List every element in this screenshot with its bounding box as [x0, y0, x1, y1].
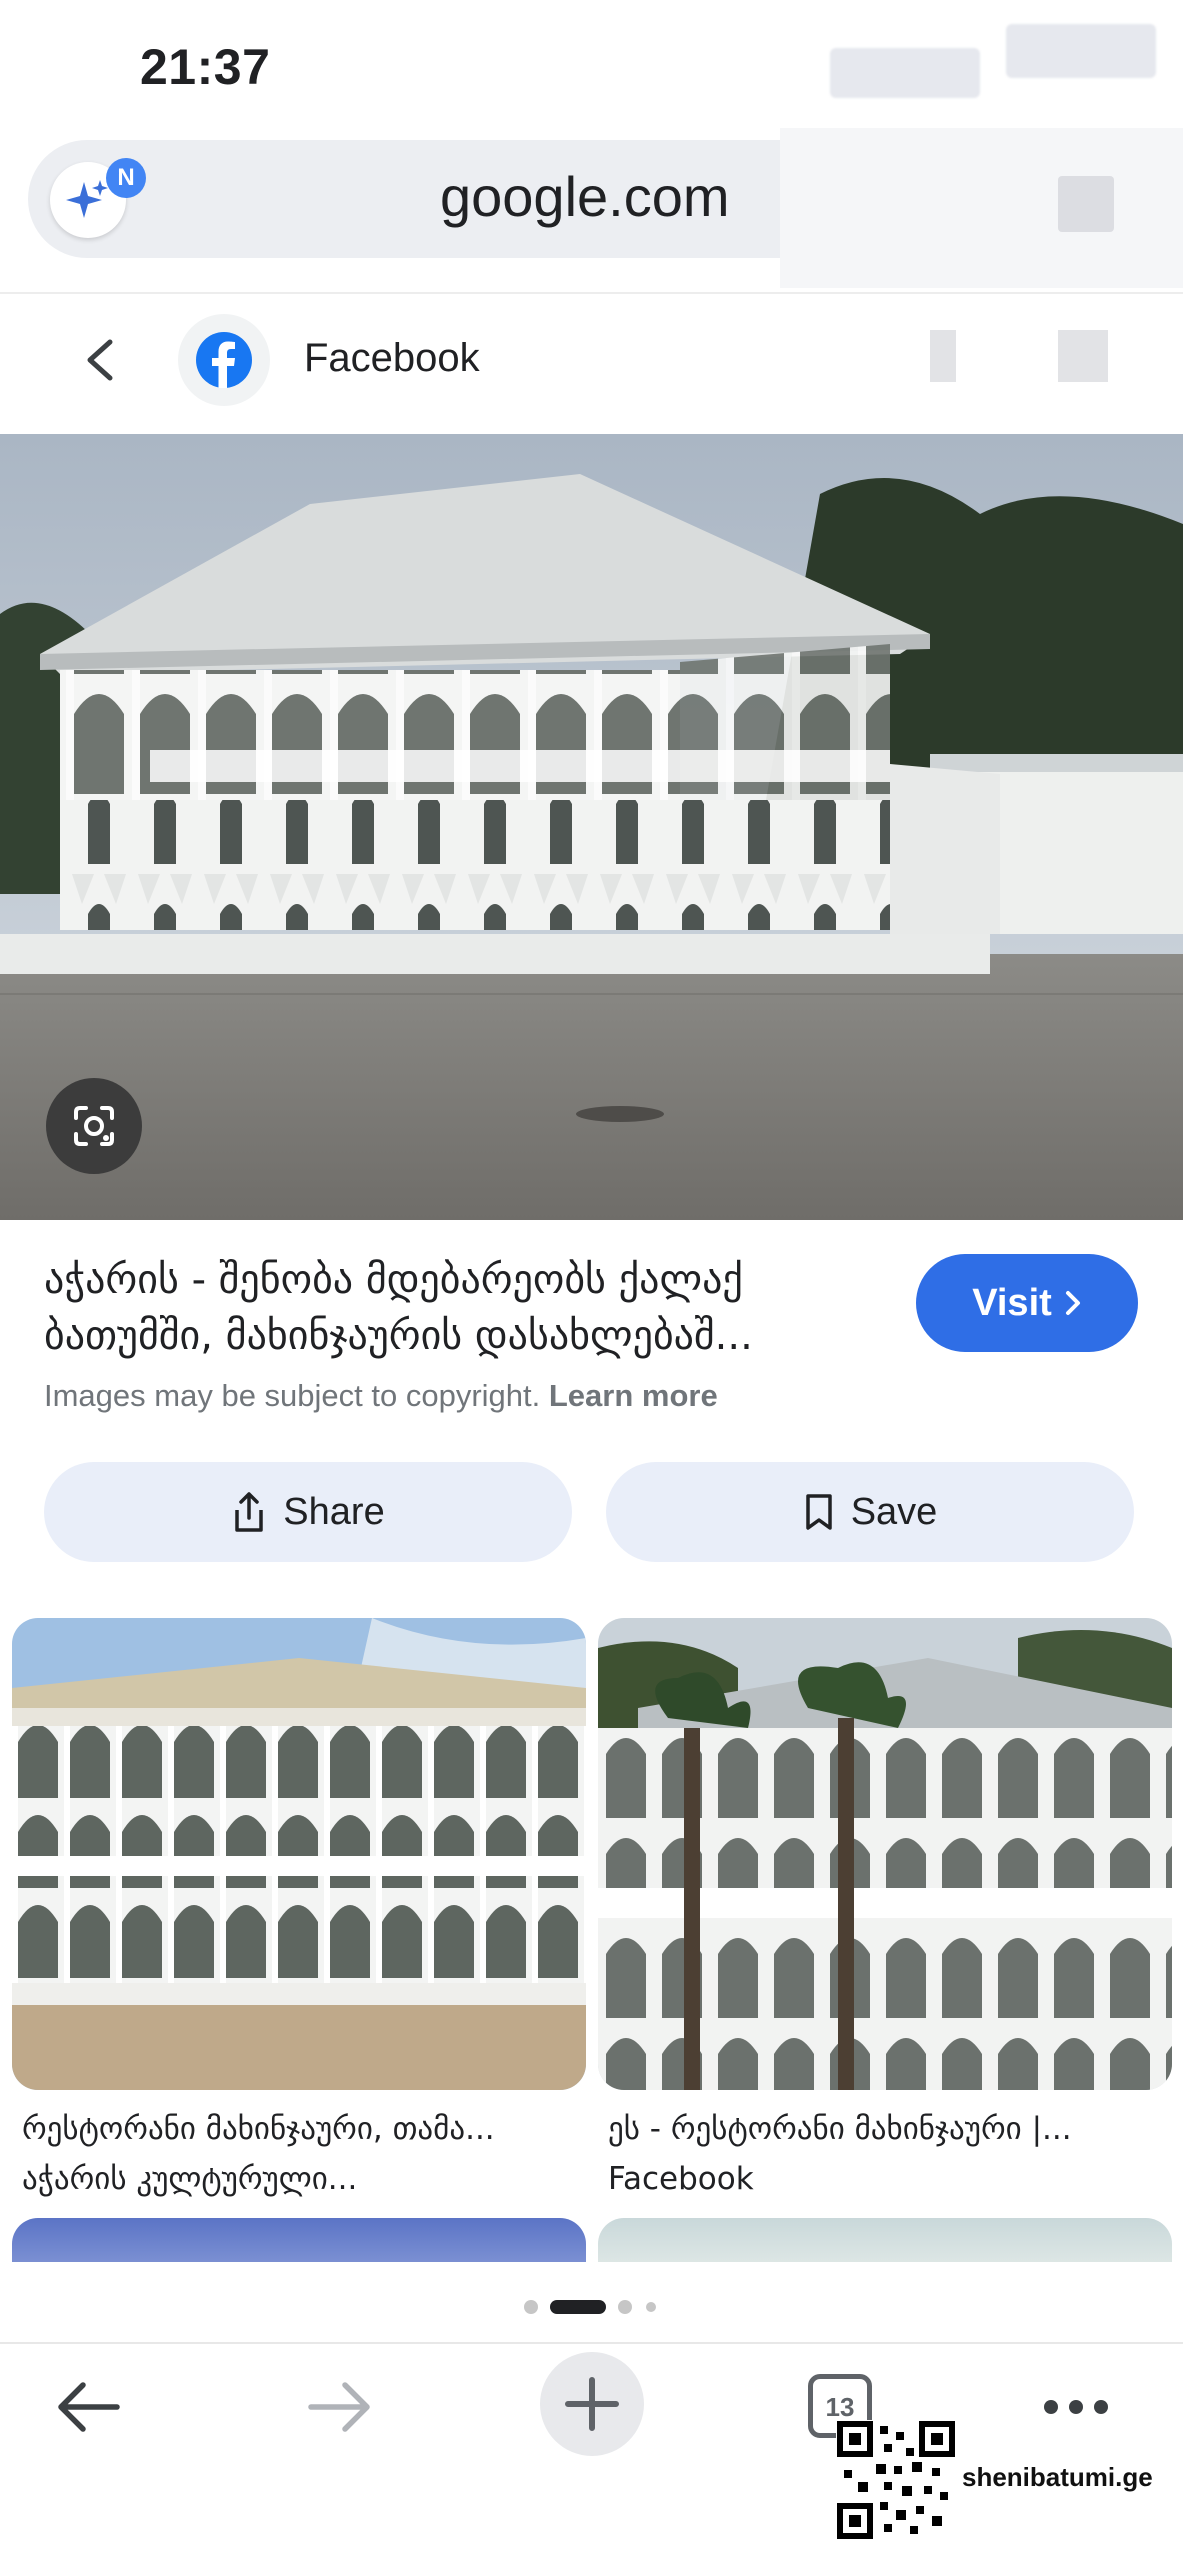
copyright-text: Images may be subject to copyright. [44, 1378, 541, 1413]
facebook-logo-icon [178, 314, 270, 406]
toolbar-divider [0, 2342, 1183, 2344]
forward-button[interactable] [292, 2352, 388, 2462]
page-dot [618, 2300, 632, 2314]
qr-code-icon [836, 2420, 956, 2540]
related-title: ეს - რესტორანი მახინჯაური |... [608, 2111, 1072, 2147]
related-title: რესტორანი მახინჯაური, თამა... [22, 2111, 495, 2147]
visit-button[interactable]: Visit [916, 1254, 1138, 1352]
related-image-2[interactable] [598, 1618, 1172, 2090]
caption-line-1: აჭარის - შენობა მდებარეობს ქალაქ [44, 1257, 743, 1303]
arrow-right-icon [308, 2382, 370, 2432]
save-button[interactable]: Save [606, 1462, 1134, 1562]
copyright-notice: Images may be subject to copyright. Lear… [44, 1378, 718, 1414]
chevron-left-icon[interactable] [82, 338, 118, 382]
result-caption: აჭარის - შენობა მდებარეობს ქალაქ ბათუმში… [44, 1252, 904, 1364]
caption-line-2: ბათუმში, მახინჯაურის დასახლებაშ... [44, 1313, 753, 1359]
main-image[interactable] [0, 434, 1183, 1220]
google-lens-icon [74, 1106, 114, 1146]
share-button[interactable]: Share [44, 1462, 572, 1562]
chevron-right-icon [1065, 1291, 1080, 1315]
watermark-site: shenibatumi.ge [962, 2462, 1153, 2492]
share-label: Share [283, 1490, 385, 1533]
plus-icon [565, 2377, 619, 2431]
header-divider [0, 292, 1183, 294]
page-dot [646, 2302, 656, 2312]
related-text-1[interactable]: რესტორანი მახინჯაური, თამა... აჭარის კულ… [22, 2104, 582, 2204]
lens-search-button[interactable] [46, 1078, 142, 1174]
share-icon [235, 1492, 264, 1532]
reload-icon[interactable] [1058, 176, 1114, 232]
address-bar-actions-blurred [780, 128, 1183, 288]
status-icons-blurred [830, 48, 980, 98]
back-button[interactable] [40, 2352, 136, 2462]
related-source: Facebook [608, 2161, 754, 2197]
related-text-2[interactable]: ეს - რესტორანი მახინჯაური |... Facebook [608, 2104, 1168, 2204]
close-icon[interactable] [1058, 330, 1108, 382]
page-dot-active [550, 2300, 606, 2314]
address-url[interactable]: google.com [440, 164, 730, 229]
status-time: 21:37 [140, 39, 271, 95]
related-source: აჭარის კულტურული... [22, 2161, 358, 2197]
more-menu-button[interactable] [1028, 2352, 1124, 2462]
source-title: Facebook [304, 336, 480, 380]
related-image-3[interactable] [12, 2218, 586, 2268]
more-horizontal-icon [1044, 2400, 1108, 2414]
new-tab-button[interactable] [540, 2352, 644, 2456]
battery-icon [1006, 24, 1156, 78]
header-icon-blurred[interactable] [930, 330, 956, 382]
page-dot [524, 2300, 538, 2314]
learn-more-link[interactable]: Learn more [549, 1378, 718, 1413]
visit-label: Visit [972, 1281, 1052, 1324]
new-badge: N [106, 158, 146, 198]
related-image-4[interactable] [598, 2218, 1172, 2268]
related-image-1[interactable] [12, 1618, 586, 2090]
save-label: Save [850, 1490, 938, 1533]
bookmark-icon [805, 1494, 832, 1530]
arrow-left-icon [58, 2382, 120, 2432]
